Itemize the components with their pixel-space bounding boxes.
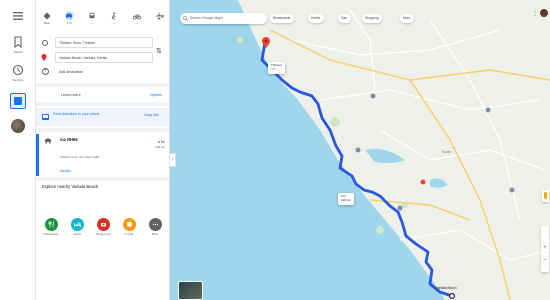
collapse-panel-button[interactable]: ‹	[170, 153, 176, 167]
chip-shopping[interactable]: Shopping	[362, 14, 383, 23]
swap-icon[interactable]: ⇅	[156, 47, 162, 55]
close-icon[interactable]: ×	[160, 12, 165, 21]
departure-options-row: Leave now ▾ Options	[36, 89, 169, 101]
options-button[interactable]: Options	[150, 93, 162, 97]
leave-now-dropdown[interactable]: Leave now ▾	[61, 93, 81, 97]
zoom-in-button[interactable]: +	[541, 244, 549, 252]
explore-label: Things to do	[95, 232, 111, 236]
explore-actions: Restaurants Hotels Things to do Transit …	[40, 218, 166, 236]
attractions-icon	[96, 218, 110, 231]
origin-row: Thrissur Town, Thrissur	[41, 37, 153, 48]
explore-restaurants-button[interactable]: Restaurants	[40, 218, 62, 236]
explore-more-button[interactable]: More	[144, 218, 166, 236]
explore-label: Hotels	[73, 232, 81, 236]
recent-place-thumbnail[interactable]	[11, 119, 25, 133]
destination-pin-icon	[41, 54, 47, 61]
destination-map-label: Varkala Beach	[436, 286, 457, 290]
destination-row: Varkala Beach, Varkala, Kerala	[41, 52, 153, 63]
divider	[36, 128, 169, 132]
divider	[36, 83, 169, 87]
pegman-icon[interactable]	[542, 190, 549, 202]
zoom-out-button[interactable]: −	[541, 256, 549, 264]
plus-icon: +	[42, 68, 49, 75]
origin-dot-icon	[42, 39, 48, 46]
route-note: Fastest route, the usual traffic	[60, 155, 100, 159]
zoom-controls: + −	[541, 226, 549, 272]
transit-icon	[122, 218, 136, 231]
train-icon	[87, 11, 96, 20]
menu-icon[interactable]	[10, 8, 26, 24]
destination-marker-icon[interactable]	[449, 293, 456, 300]
mode-label: Best	[43, 21, 50, 25]
mode-walking[interactable]: —	[107, 11, 121, 27]
bike-icon	[132, 11, 141, 20]
chip-restaurants[interactable]: Restaurants	[270, 14, 295, 23]
hotel-icon	[70, 218, 84, 231]
send-to-phone-label: Send directions to your phone	[53, 112, 100, 116]
route-via: via NH66	[60, 137, 78, 142]
car-icon	[45, 138, 51, 144]
map-search-box[interactable]: Search Google Maps	[180, 13, 267, 24]
route-time: 4 hr	[157, 139, 165, 144]
route-option[interactable]: via NH66 Fastest route, the usual traffi…	[36, 134, 169, 176]
destination-input[interactable]: Varkala Beach, Varkala, Kerala	[55, 52, 153, 63]
rail-saved-label: Saved	[13, 50, 23, 54]
phone-send-icon	[42, 114, 49, 120]
mode-label: —	[112, 21, 116, 25]
directions-route-icon[interactable]	[10, 93, 26, 109]
origin-callout-time: 4 hr	[271, 66, 277, 71]
copy-link-button[interactable]: Copy link	[144, 113, 158, 117]
directions-panel: Best 4 hr — — — × Thrissur Town, Thrissu…	[36, 0, 170, 300]
chip-gas[interactable]: Gas	[338, 14, 351, 23]
rail-recents-label: Recents	[12, 78, 24, 82]
apps-grid-icon[interactable]: ⋮	[532, 10, 538, 17]
explore-label: More	[151, 232, 159, 236]
restaurant-icon	[44, 218, 58, 231]
mode-cycling[interactable]: —	[130, 11, 144, 27]
mode-label: —	[135, 21, 139, 25]
bookmark-icon[interactable]	[10, 34, 26, 50]
origin-input[interactable]: Thrissur Town, Thrissur	[55, 37, 153, 48]
explore-things-button[interactable]: Things to do	[92, 218, 114, 236]
mode-label: 4 hr	[66, 21, 72, 25]
map-base	[170, 0, 550, 300]
explore-nearby-section: Explore nearby Varkala Beach Restaurants…	[36, 180, 169, 300]
avatar[interactable]	[540, 9, 548, 17]
explore-label: Transit	[124, 232, 134, 236]
route-callout-distance: 196 km	[341, 197, 351, 202]
travel-mode-bar: Best 4 hr — — —	[40, 11, 166, 27]
map-canvas[interactable]: Thrissur 4 hr 4 hr 196 km Kochi	[170, 0, 550, 300]
more-icon	[148, 218, 162, 231]
search-icon	[183, 16, 188, 21]
add-destination-label: Add destination	[59, 69, 84, 74]
directions-best-icon	[43, 11, 52, 20]
add-destination-button[interactable]: + Add destination	[41, 68, 83, 75]
origin-callout[interactable]: Thrissur 4 hr	[268, 62, 285, 74]
chip-hotels[interactable]: Hotels	[308, 14, 325, 23]
left-rail: Saved Recents	[0, 0, 36, 300]
explore-hotels-button[interactable]: Hotels	[66, 218, 88, 236]
explore-label: Restaurants	[43, 232, 59, 236]
mode-transit[interactable]: —	[85, 11, 99, 27]
route-time-callout[interactable]: 4 hr 196 km	[338, 193, 354, 205]
car-icon	[64, 11, 74, 20]
chip-more[interactable]: More	[400, 14, 415, 23]
divider	[36, 102, 169, 106]
mode-driving[interactable]: 4 hr	[62, 11, 76, 27]
history-icon[interactable]	[10, 62, 26, 78]
map-place-label: Kochi	[442, 150, 451, 154]
walk-icon	[110, 11, 119, 20]
mode-best[interactable]: Best	[40, 11, 54, 27]
explore-header: Explore nearby Varkala Beach	[42, 184, 99, 189]
explore-transit-button[interactable]: Transit	[118, 218, 140, 236]
map-search-placeholder: Search Google Maps	[190, 16, 223, 20]
route-distance: 196 km	[155, 145, 165, 149]
layers-thumbnail[interactable]	[178, 281, 203, 300]
route-details-link[interactable]: Details	[60, 169, 71, 173]
mode-label: —	[90, 21, 94, 25]
send-to-phone-row[interactable]: Send directions to your phone Copy link	[36, 108, 169, 126]
